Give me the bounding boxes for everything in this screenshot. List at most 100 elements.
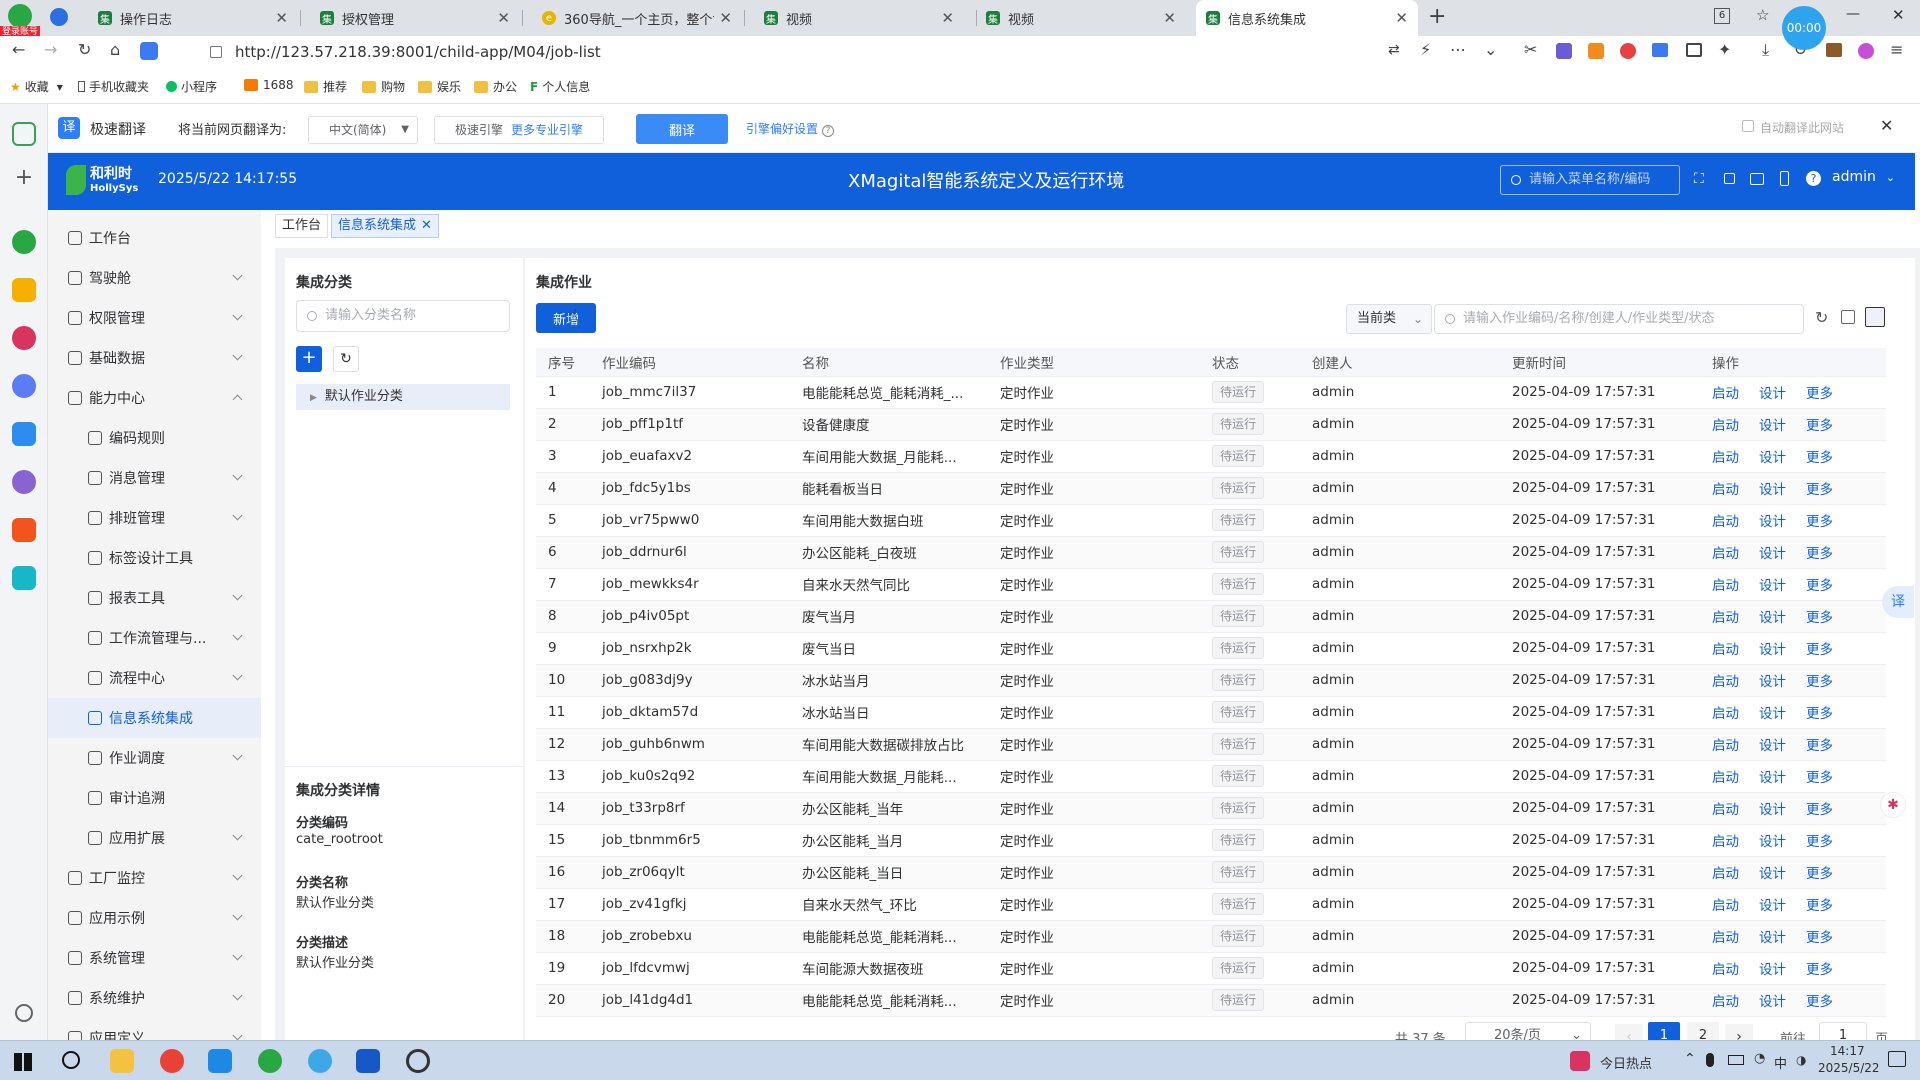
clock-date[interactable]: 2025/5/22 [1818, 1061, 1880, 1075]
news-label[interactable]: 今日热点 [1600, 1053, 1652, 1072]
design-link[interactable]: 设计 [1759, 546, 1786, 562]
bookmark-miniprogram[interactable]: 小程序 [166, 78, 217, 95]
start-link[interactable]: 启动 [1712, 898, 1739, 914]
more-link[interactable]: 更多 [1806, 386, 1833, 402]
browser-360-icon[interactable] [258, 1049, 282, 1073]
home-icon[interactable] [12, 122, 36, 146]
file-explorer-icon[interactable] [110, 1049, 134, 1073]
more-link[interactable]: 更多 [1806, 898, 1833, 914]
nav-item-18[interactable]: 系统管理 [48, 938, 261, 978]
translate-button[interactable]: 翻译 [636, 114, 728, 144]
more-icon[interactable]: ⋯ [1450, 40, 1466, 59]
start-link[interactable]: 启动 [1712, 866, 1739, 882]
bookmark-shopping[interactable]: 购物 [362, 78, 405, 95]
ime-indicator[interactable]: 中 [1774, 1053, 1787, 1072]
tray-chevron-icon[interactable]: ⌃ [1684, 1051, 1696, 1067]
more-link[interactable]: 更多 [1806, 770, 1833, 786]
design-link[interactable]: 设计 [1759, 738, 1786, 754]
fullscreen-icon[interactable]: ⛶ [1694, 171, 1704, 187]
lock-icon[interactable] [1724, 173, 1735, 184]
timer-badge[interactable]: 00:00 [1782, 6, 1826, 50]
category-search-input[interactable]: 请输入分类名称 [296, 300, 510, 332]
floating-translate-icon[interactable]: 译 [1882, 586, 1914, 618]
chrome-icon[interactable] [160, 1049, 184, 1073]
design-link[interactable]: 设计 [1759, 482, 1786, 498]
close-icon[interactable]: ✕ [719, 9, 732, 27]
close-icon[interactable]: ✕ [275, 9, 288, 27]
weibo-icon[interactable] [1620, 43, 1636, 59]
more-link[interactable]: 更多 [1806, 930, 1833, 946]
engine-select[interactable]: 极速引擎 更多专业引擎 [434, 116, 604, 144]
more-link[interactable]: 更多 [1806, 610, 1833, 626]
start-link[interactable]: 启动 [1712, 802, 1739, 818]
browser-tab-6[interactable]: 集信息系统集成 ✕ [1196, 0, 1418, 36]
nav-item-13[interactable]: 作业调度 [48, 738, 261, 778]
grid-view-icon[interactable] [1865, 307, 1885, 327]
game-icon[interactable] [1588, 43, 1604, 59]
settings-icon[interactable] [406, 1049, 430, 1073]
wallet-icon[interactable] [1826, 43, 1842, 57]
new-job-button[interactable]: 新增 [536, 303, 596, 333]
design-link[interactable]: 设计 [1759, 930, 1786, 946]
chat-icon[interactable] [12, 230, 36, 254]
color-icon[interactable] [1858, 43, 1874, 59]
nav-item-8[interactable]: 标签设计工具 [48, 538, 261, 578]
job-search-input[interactable]: 请输入作业编码/名称/创建人/作业类型/状态 [1434, 304, 1804, 334]
list-view-icon[interactable] [1841, 310, 1855, 324]
menu-icon[interactable]: ≡ [1890, 40, 1903, 59]
filter-select[interactable]: 当前类 ⌄ [1346, 304, 1432, 334]
back-icon[interactable]: ← [12, 40, 25, 59]
nav-item-19[interactable]: 系统维护 [48, 978, 261, 1018]
bot-icon[interactable] [12, 470, 36, 494]
notification-icon[interactable] [1888, 1051, 1906, 1067]
add-category-button[interactable]: + [296, 346, 322, 372]
gamepad-icon[interactable] [12, 518, 36, 542]
mobile-icon[interactable] [1780, 171, 1789, 186]
more-link[interactable]: 更多 [1806, 834, 1833, 850]
design-link[interactable]: 设计 [1759, 834, 1786, 850]
mic-icon[interactable] [1706, 1053, 1714, 1067]
network-icon[interactable] [12, 326, 36, 350]
design-link[interactable]: 设计 [1759, 674, 1786, 690]
more-link[interactable]: 更多 [1806, 546, 1833, 562]
bookmark-office[interactable]: 办公 [474, 78, 517, 95]
design-link[interactable]: 设计 [1759, 962, 1786, 978]
puzzle-icon[interactable]: ✦ [1718, 40, 1731, 59]
design-link[interactable]: 设计 [1759, 450, 1786, 466]
shield-icon[interactable] [50, 8, 68, 26]
bookmark-recommend[interactable]: 推荐 [304, 78, 347, 95]
start-link[interactable]: 启动 [1712, 770, 1739, 786]
news-icon[interactable] [1570, 1051, 1590, 1071]
extension-icon[interactable] [1556, 43, 1572, 59]
start-link[interactable]: 启动 [1712, 482, 1739, 498]
nav-item-10[interactable]: 工作流管理与... [48, 618, 261, 658]
browser-tab-1[interactable]: 集操作日志 ✕ [88, 0, 298, 36]
mail-icon[interactable] [1652, 43, 1668, 57]
design-link[interactable]: 设计 [1759, 514, 1786, 530]
design-link[interactable]: 设计 [1759, 770, 1786, 786]
browser-tab-3[interactable]: e 360导航_一个主页，整个世界 ✕ [532, 0, 742, 36]
more-link[interactable]: 更多 [1806, 482, 1833, 498]
more-link[interactable]: 更多 [1806, 994, 1833, 1010]
ai-assistant-icon[interactable] [12, 374, 36, 398]
app-blue-icon[interactable] [356, 1049, 380, 1073]
windows-start-icon[interactable] [14, 1053, 32, 1071]
design-link[interactable]: 设计 [1759, 386, 1786, 402]
design-link[interactable]: 设计 [1759, 578, 1786, 594]
more-link[interactable]: 更多 [1806, 706, 1833, 722]
start-link[interactable]: 启动 [1712, 674, 1739, 690]
auto-translate-checkbox[interactable] [1742, 120, 1754, 132]
menu-search-input[interactable]: 请输入菜单名称/编码 [1500, 165, 1680, 195]
reload-icon[interactable]: ↻ [78, 40, 91, 59]
design-link[interactable]: 设计 [1759, 994, 1786, 1010]
battery-icon[interactable] [1728, 1055, 1744, 1065]
app-icon[interactable] [208, 1049, 232, 1073]
start-link[interactable]: 启动 [1712, 994, 1739, 1010]
nav-item-3[interactable]: 基础数据 [48, 338, 261, 378]
page-tab-workbench[interactable]: 工作台 [275, 214, 329, 238]
url-field[interactable]: http://123.57.218.39:8001/child-app/M04/… [176, 38, 1376, 66]
nav-item-11[interactable]: 流程中心 [48, 658, 261, 698]
nav-item-14[interactable]: 审计追溯 [48, 778, 261, 818]
flash-icon[interactable]: ⚡ [1420, 40, 1431, 59]
tab-counter[interactable]: 6 [1714, 8, 1730, 24]
